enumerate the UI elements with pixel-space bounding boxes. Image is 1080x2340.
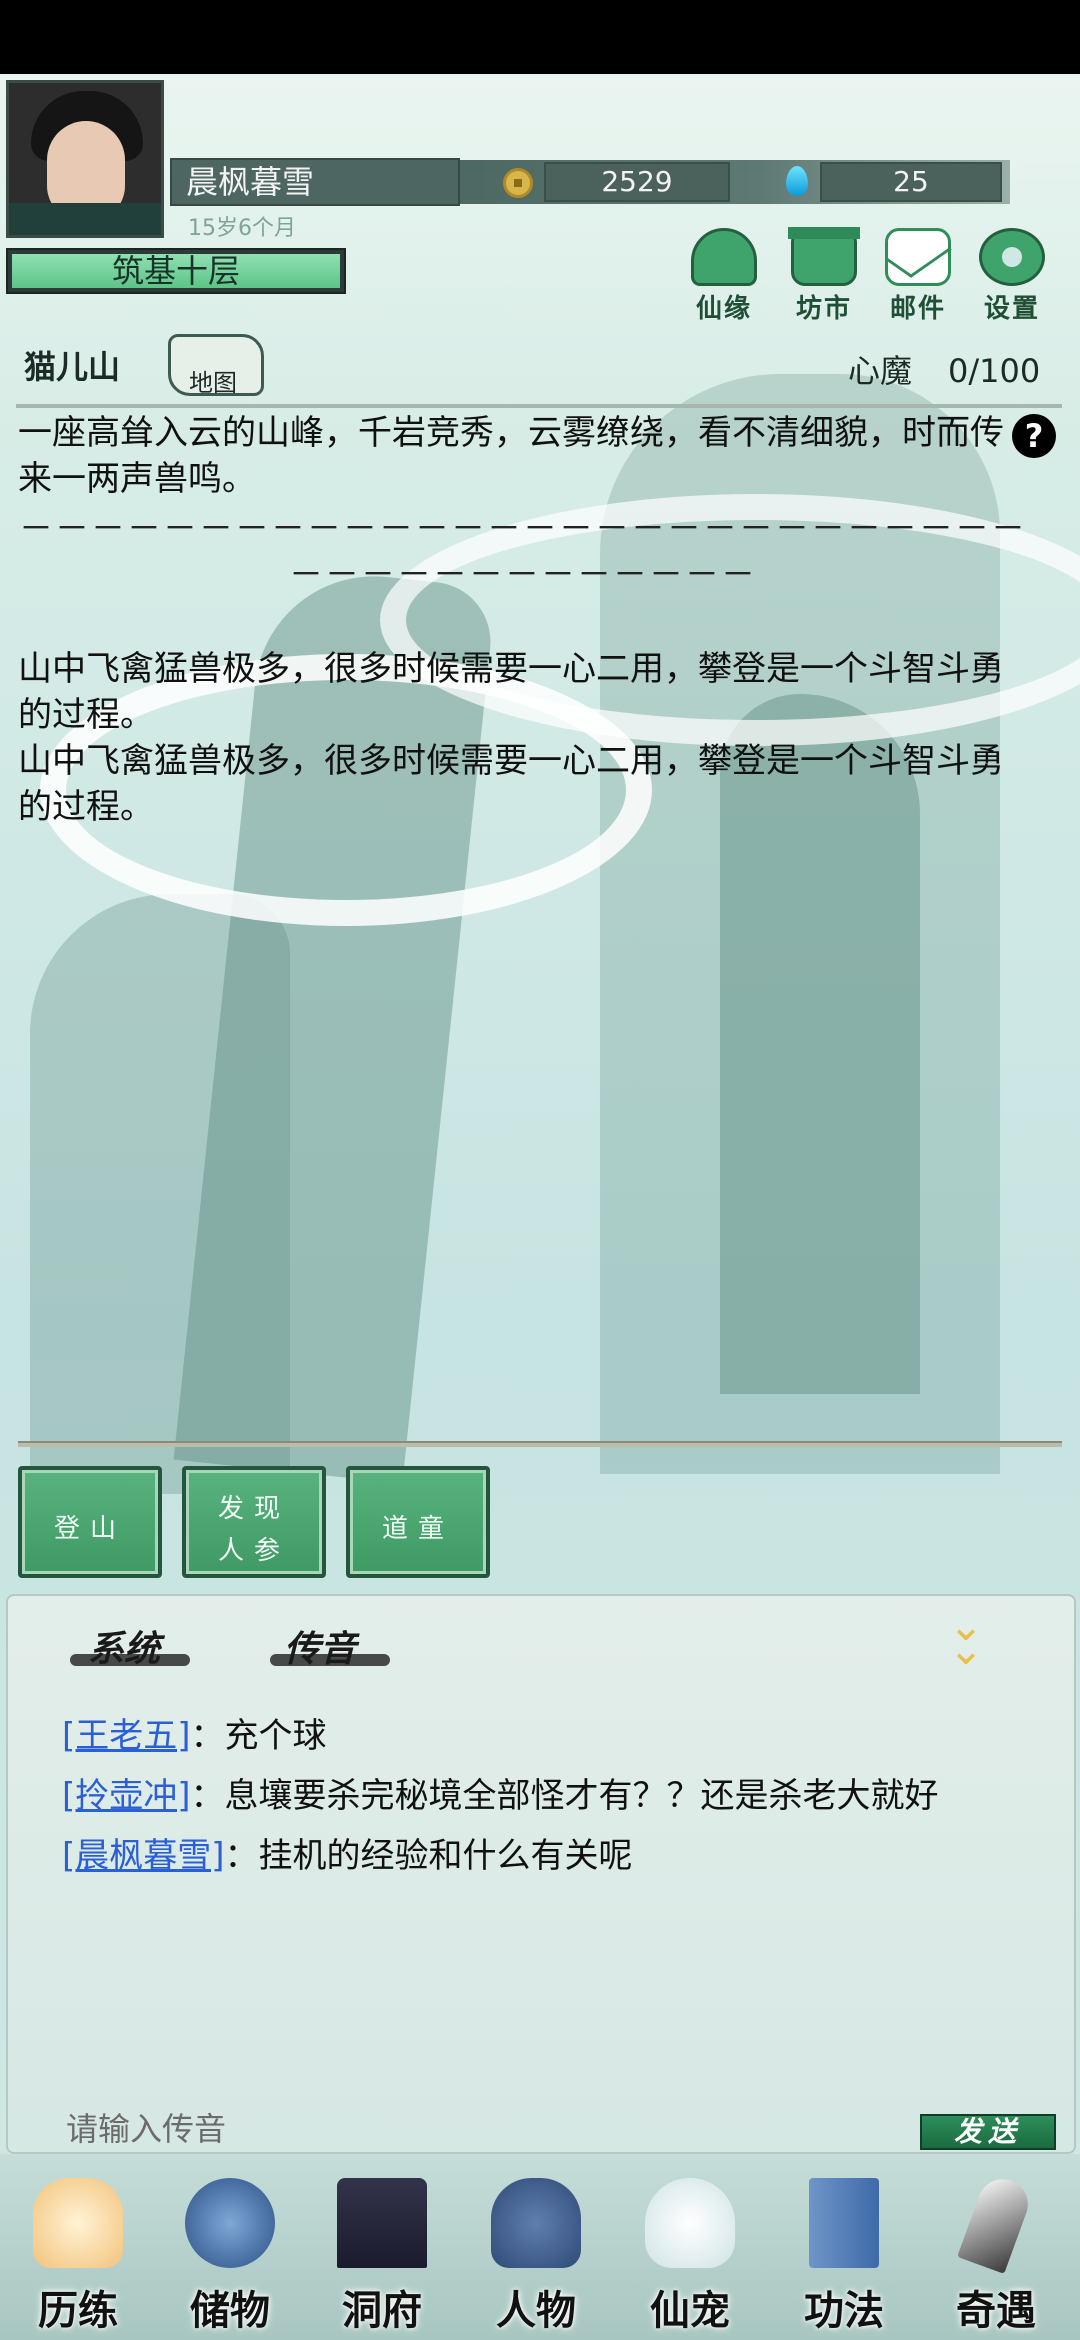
chevron-double-down-icon[interactable]: ⌄ ⌄ [944,1605,988,1671]
send-button[interactable]: 发送 [920,2114,1056,2150]
market-button[interactable]: 坊市 [782,227,866,324]
spirit-stone-icon [786,166,808,196]
chat-message: [晨枫暮雪]：挂机的经验和什么有关呢 [62,1826,1062,1886]
storage-bag-icon [185,2178,275,2268]
coin-count: 2529 [544,162,730,202]
pet-icon [645,2178,735,2268]
avatar[interactable] [6,80,164,238]
market-icon [788,227,860,286]
chat-text: ：息壤要杀完秘境全部怪才有？？还是杀老大就好 [190,1776,939,1816]
immortal-fate-button[interactable]: 仙缘 [682,228,766,324]
nav-adventure[interactable]: 奇遇 [926,2172,1066,2338]
nav-cave-house[interactable]: 洞府 [312,2178,452,2338]
heart-demon-label: 心魔 [848,352,913,390]
gear-icon [979,228,1045,286]
map-label: 地图 [189,369,237,397]
story-line: 山中飞禽猛兽极多，很多时候需要一心二用，攀登是一个斗智斗勇的过程。 [18,649,1004,735]
chat-message: [拎壶冲]：息壤要杀完秘境全部怪才有？？还是杀老大就好 [62,1766,1062,1826]
map-button[interactable]: 地图 [168,334,264,397]
coin-icon [503,168,533,198]
adventure-icon [957,2172,1035,2274]
chat-user-link[interactable]: [拎壶冲] [62,1776,191,1816]
tab-system[interactable]: 系统 [88,1620,160,1672]
divider [16,404,1062,408]
found-ginseng-button[interactable]: 发现 人参 [182,1466,326,1578]
chat-user-link[interactable]: [王老五] [62,1716,191,1756]
climb-mountain-button[interactable]: 登山 [18,1466,162,1578]
nav-pet[interactable]: 仙宠 [620,2178,760,2338]
player-age: 15岁6个月 [188,216,296,241]
heart-demon-value: 0/100 [948,352,1041,390]
story-intro: 一座高耸入云的山峰，千岩竞秀，云雾缭绕，看不清细貌，时而传来一两声兽鸣。 [18,413,1004,499]
realm-label: 筑基十层 [111,252,240,290]
chat-messages: [王老五]：充个球 [拎壶冲]：息壤要杀完秘境全部怪才有？？还是杀老大就好 [晨… [62,1706,1062,1886]
taoist-boy-button[interactable]: 道童 [346,1466,490,1578]
training-icon [33,2178,123,2268]
nav-training[interactable]: 历练 [8,2178,148,2338]
character-icon [491,2178,581,2268]
gem-count: 25 [820,162,1002,202]
location-name: 猫儿山 [24,348,121,386]
status-bar [0,0,1080,74]
player-name: 晨枫暮雪 [186,163,315,201]
story-divider: －－－－－－－－－－－－－－－－－－－－－－－－－－－－－－－－－－－－－－－－… [19,509,1027,595]
chat-text: ：充个球 [190,1716,327,1756]
tab-transmission[interactable]: 传音 [284,1620,356,1672]
story-log: 一座高耸入云的山峰，千岩竞秀，云雾缭绕，看不清细貌，时而传来一两声兽鸣。 －－－… [18,410,1028,830]
nav-character[interactable]: 人物 [466,2178,606,2338]
mail-icon [885,228,951,286]
heart-demon-counter: 心魔 0/100 [848,346,1040,392]
chat-user-link[interactable]: [晨枫暮雪] [62,1836,225,1876]
story-line: 山中飞禽猛兽极多，很多时候需要一心二用，攀登是一个斗智斗勇的过程。 [18,741,1004,827]
cave-house-icon [337,2178,427,2268]
settings-button[interactable]: 设置 [970,228,1054,324]
chat-text: ：挂机的经验和什么有关呢 [224,1836,633,1876]
nav-technique[interactable]: 功法 [774,2178,914,2338]
chat-message: [王老五]：充个球 [62,1706,1062,1766]
technique-book-icon [809,2178,879,2268]
chat-input[interactable]: 请输入传音 [66,2104,226,2150]
action-divider [18,1441,1062,1447]
mail-button[interactable]: 邮件 [876,228,960,324]
nav-storage[interactable]: 储物 [160,2178,300,2338]
immortal-fate-icon [691,228,757,286]
help-icon[interactable]: ? [1012,414,1056,458]
